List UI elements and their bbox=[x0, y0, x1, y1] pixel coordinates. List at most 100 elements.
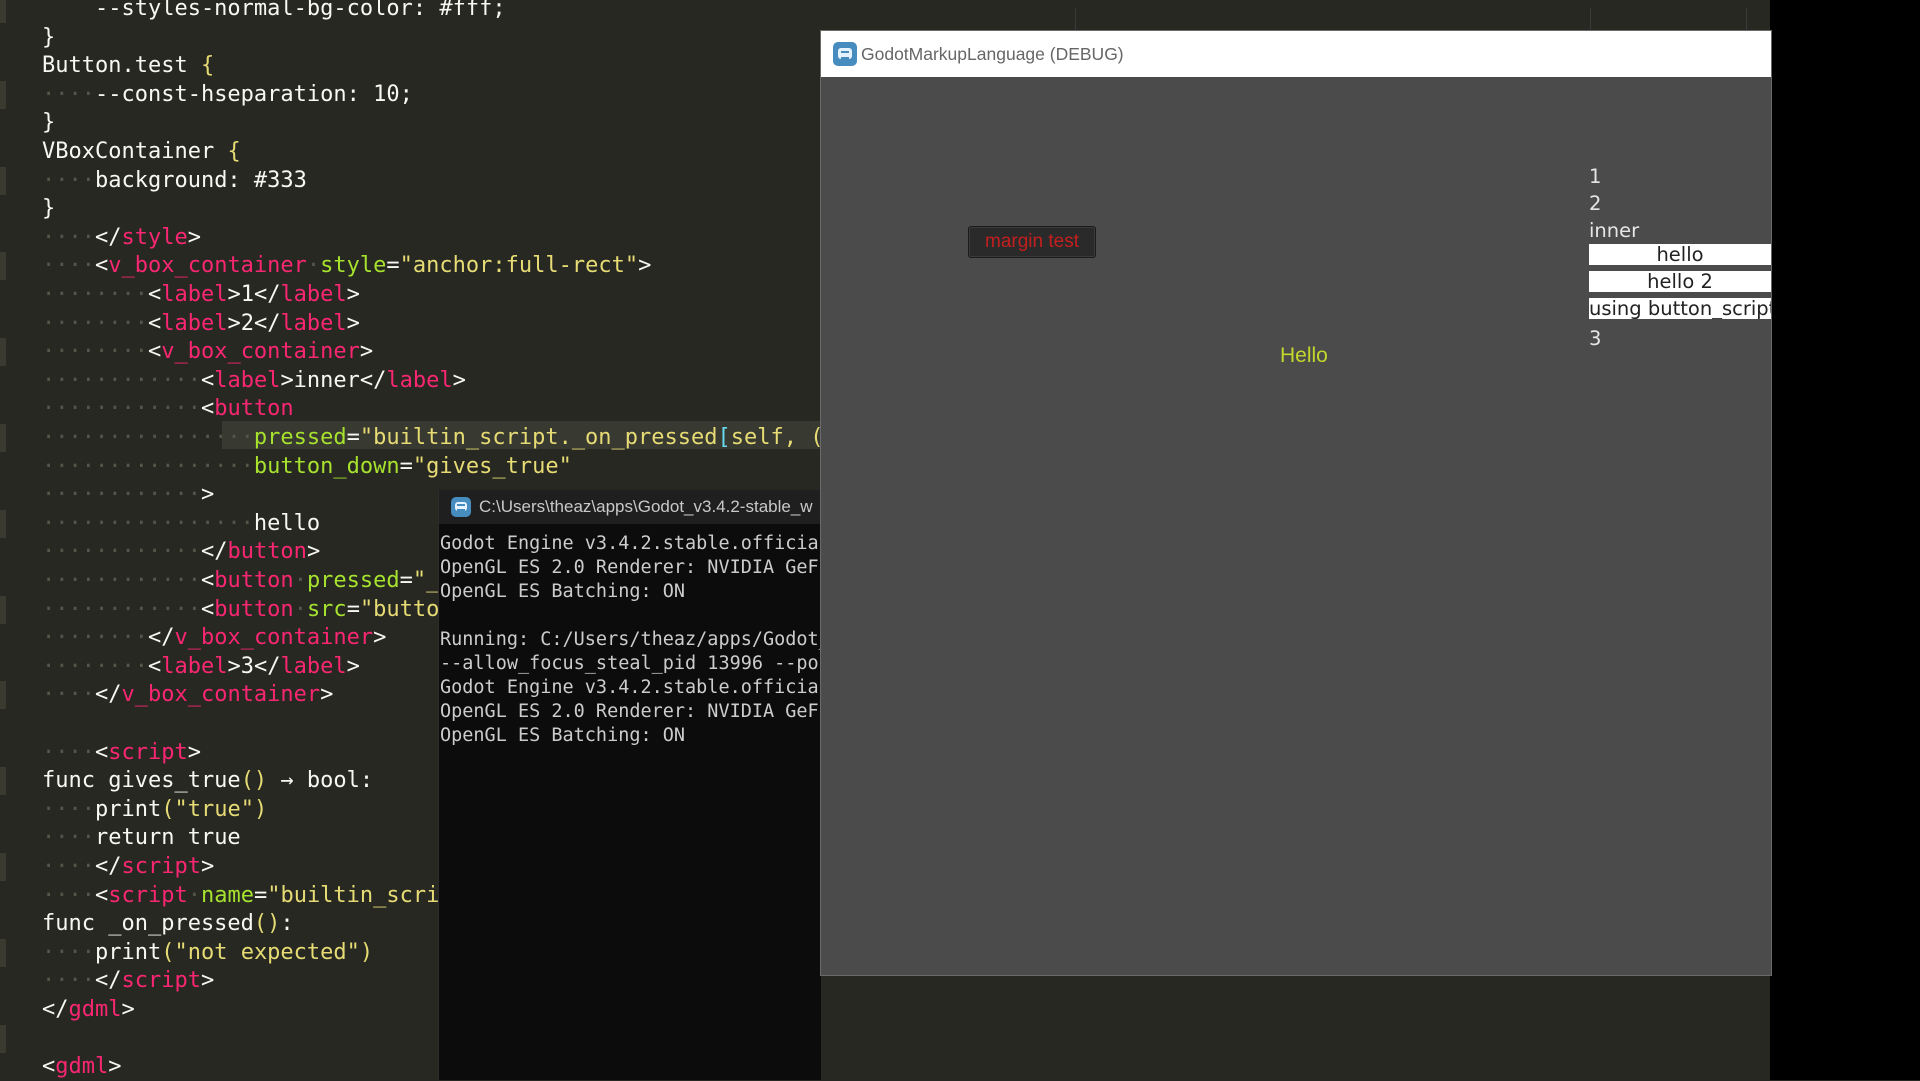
gutter-marker bbox=[0, 796, 6, 824]
code-line: } bbox=[42, 24, 55, 52]
code-token: { bbox=[200, 53, 215, 79]
code-token: ············ bbox=[42, 396, 201, 422]
gutter-marker bbox=[0, 996, 6, 1024]
code-token: · bbox=[293, 596, 307, 622]
code-line: ····return true bbox=[42, 824, 241, 852]
gutter-marker bbox=[0, 595, 6, 624]
margin-test-button[interactable]: margin test bbox=[968, 226, 1096, 258]
code-token: button bbox=[214, 568, 294, 593]
console-line: Running: C:/Users/theaz/apps/Godot_ bbox=[440, 629, 821, 650]
gutter-marker bbox=[0, 424, 6, 452]
button-script-button[interactable]: using button_script bbox=[1589, 298, 1771, 319]
code-token: v_box_container bbox=[161, 339, 360, 365]
code-token: </ bbox=[147, 625, 175, 651]
code-token: </ bbox=[94, 224, 122, 250]
code-token: label bbox=[214, 367, 281, 393]
hello-2-button[interactable]: hello 2 bbox=[1589, 271, 1771, 292]
console-title: C:\Users\theaz\apps\Godot_v3.4.2-stable_… bbox=[479, 497, 813, 516]
code-token: label bbox=[280, 653, 347, 679]
code-line: ····</script> bbox=[42, 967, 214, 995]
code-line: ········<label>1</label> bbox=[42, 281, 360, 309]
code-line: ····</style> bbox=[42, 224, 201, 252]
gutter-marker bbox=[0, 109, 6, 137]
label-1: 1 bbox=[1589, 165, 1602, 188]
code-token: ········ bbox=[42, 282, 148, 307]
code-line: func gives_true() → bool: bbox=[42, 767, 373, 795]
code-line: VBoxContainer { bbox=[42, 138, 241, 166]
code-token: < bbox=[94, 882, 109, 908]
code-token: ···· bbox=[42, 224, 95, 250]
gutter-marker bbox=[0, 681, 6, 710]
code-token: · bbox=[306, 253, 321, 279]
code-token: "true" bbox=[174, 796, 254, 822]
code-token: script bbox=[108, 739, 188, 765]
gutter-marker bbox=[0, 80, 6, 109]
code-token: } bbox=[42, 110, 56, 136]
code-line: ············<label>inner</label> bbox=[42, 367, 466, 395]
gutter-marker bbox=[0, 224, 6, 252]
code-line: ····</script> bbox=[42, 853, 214, 881]
code-token: () bbox=[240, 768, 268, 794]
godot-title-bar[interactable]: GodotMarkupLanguage (DEBUG) bbox=[821, 31, 1771, 77]
gutter-marker bbox=[0, 453, 6, 481]
hello-label: Hello bbox=[1280, 344, 1328, 367]
code-line: ········</v_box_container> bbox=[42, 624, 386, 652]
code-token: func _on_pressed bbox=[42, 911, 254, 937]
code-token: script bbox=[121, 968, 201, 994]
code-token: = bbox=[399, 568, 413, 593]
code-token: → bool: bbox=[267, 768, 374, 794]
gutter-marker bbox=[0, 481, 6, 509]
code-line: ········<label>2</label> bbox=[42, 310, 360, 338]
code-token: > bbox=[108, 1054, 122, 1080]
console-title-bar[interactable]: C:\Users\theaz\apps\Godot_v3.4.2-stable_… bbox=[439, 490, 821, 524]
godot-icon bbox=[451, 497, 471, 517]
code-line: func _on_pressed(): bbox=[42, 910, 294, 938]
code-token: script bbox=[121, 854, 201, 879]
code-token: ···· bbox=[42, 825, 95, 851]
code-token: ············ bbox=[42, 482, 201, 508]
code-line: ····--const-hseparation: 10; bbox=[42, 81, 413, 109]
code-token: > bbox=[452, 367, 466, 393]
code-token: ···· bbox=[42, 882, 95, 908]
code-token: print bbox=[94, 939, 162, 965]
code-line: Button.test { bbox=[42, 52, 214, 80]
code-token: { bbox=[227, 139, 241, 164]
code-token: > bbox=[121, 997, 135, 1022]
code-token: button bbox=[214, 396, 294, 422]
code-token: ( bbox=[161, 939, 175, 965]
console-line: Godot Engine v3.4.2.stable.official bbox=[440, 677, 821, 698]
gutter-marker bbox=[0, 509, 6, 538]
code-token: = bbox=[399, 453, 413, 479]
code-token: label bbox=[161, 653, 228, 679]
console-line: OpenGL ES 2.0 Renderer: NVIDIA GeFo bbox=[440, 701, 821, 722]
hello-button[interactable]: hello bbox=[1589, 244, 1771, 265]
code-token: hello bbox=[253, 510, 321, 536]
code-token: ············ bbox=[42, 568, 201, 593]
code-token: v_box_container bbox=[108, 253, 307, 279]
gutter-marker bbox=[0, 967, 6, 995]
code-token: script bbox=[108, 882, 188, 908]
code-token: --const-hseparation: 10; bbox=[94, 81, 413, 107]
gutter-marker bbox=[0, 195, 6, 223]
code-token: ···· bbox=[42, 968, 95, 994]
code-token: VBoxContainer bbox=[42, 139, 228, 164]
gutter-marker bbox=[0, 338, 6, 367]
code-line: --styles-normal-bg-color: #fff; bbox=[42, 0, 506, 23]
code-token: pressed bbox=[306, 568, 400, 593]
code-token: ········ bbox=[42, 625, 148, 651]
code-line: <gdml> bbox=[42, 1053, 121, 1081]
code-line: </gdml> bbox=[42, 996, 135, 1024]
code-line: ············<button·pressed="_o bbox=[42, 567, 453, 595]
gutter-marker bbox=[0, 367, 6, 395]
code-token: > bbox=[346, 653, 360, 679]
console-line: Godot Engine v3.4.2.stable.official bbox=[440, 533, 821, 554]
godot-debug-window[interactable]: GodotMarkupLanguage (DEBUG) margin test … bbox=[820, 30, 1772, 976]
code-token: < bbox=[200, 596, 215, 622]
code-line: } bbox=[42, 195, 55, 223]
console-window[interactable]: C:\Users\theaz\apps\Godot_v3.4.2-stable_… bbox=[438, 490, 821, 1080]
label-2: 2 bbox=[1589, 192, 1602, 215]
code-token: < bbox=[147, 653, 162, 679]
gutter-marker bbox=[0, 624, 6, 652]
code-token: label bbox=[386, 367, 453, 393]
